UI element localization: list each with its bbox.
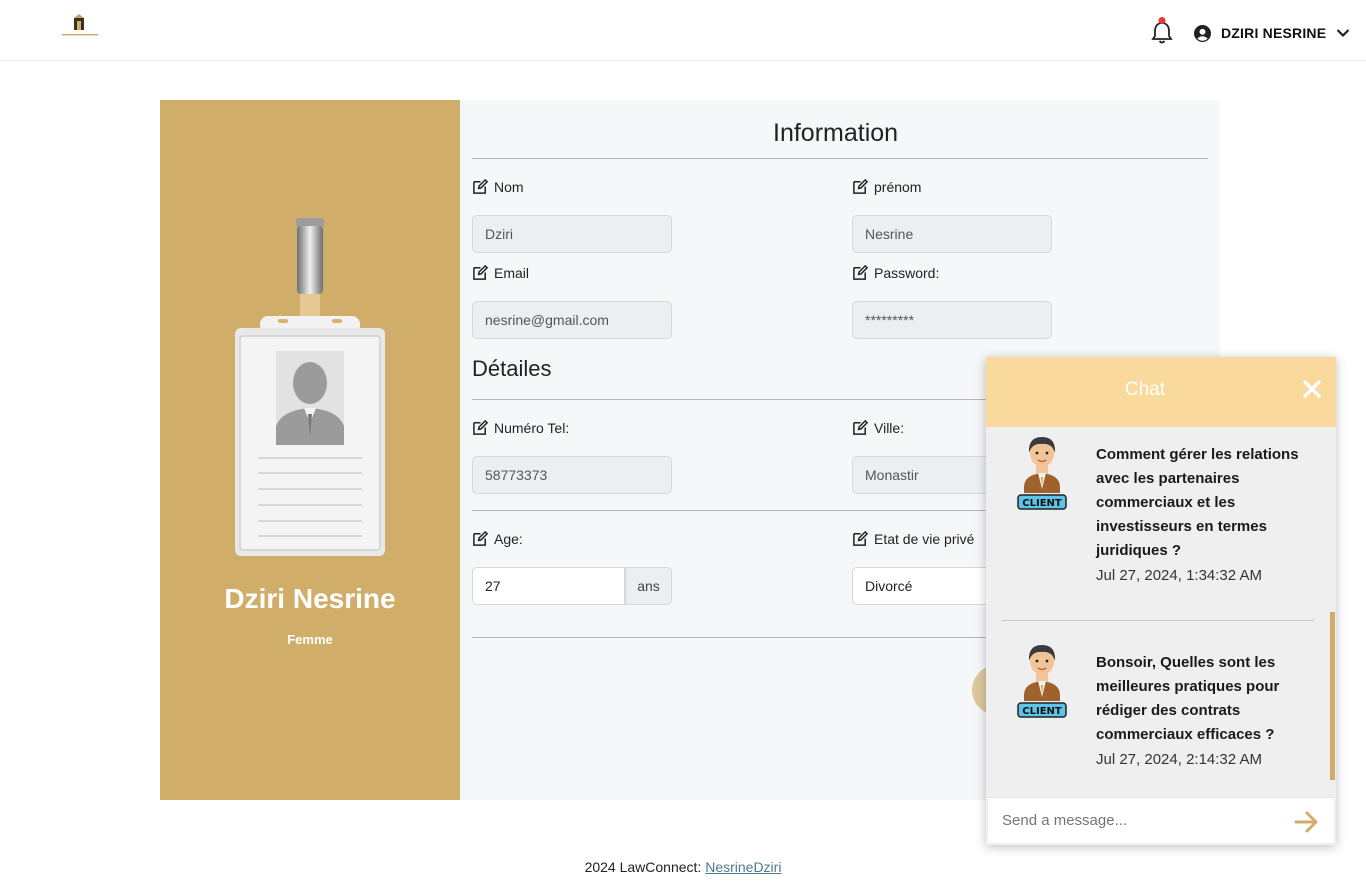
edit-icon xyxy=(853,178,869,194)
divider xyxy=(472,158,1208,159)
edit-icon xyxy=(853,530,869,546)
email-label: Email xyxy=(472,264,529,281)
edit-icon xyxy=(473,530,489,546)
etat-label-text: Etat de vie privé xyxy=(874,530,975,547)
profile-sidebar: Dziri Nesrine Femme xyxy=(160,100,460,800)
client-avatar-icon: CLIENT xyxy=(1017,437,1067,510)
information-title: Information xyxy=(773,119,899,147)
id-badge-image xyxy=(235,218,385,556)
logo-icon[interactable] xyxy=(60,14,100,40)
ville-label-text: Ville: xyxy=(874,419,905,436)
nom-field[interactable]: Dziri xyxy=(472,215,672,253)
password-label: Password: xyxy=(852,264,939,281)
user-name: DZIRI NESRINE xyxy=(1221,25,1327,41)
chat-input-bar xyxy=(988,797,1334,843)
nom-label: Nom xyxy=(472,178,524,195)
prenom-label: prénom xyxy=(852,178,921,195)
message-text: Bonsoir, Quelles sont les meilleures pra… xyxy=(1096,654,1280,743)
message-time: Jul 27, 2024, 1:34:32 AM xyxy=(1096,567,1262,584)
age-label-text: Age: xyxy=(494,530,523,547)
edit-icon xyxy=(473,419,489,435)
close-icon[interactable] xyxy=(1300,377,1324,401)
email-field[interactable]: nesrine@gmail.com xyxy=(472,301,672,339)
nom-label-text: Nom xyxy=(494,178,524,195)
edit-icon xyxy=(473,264,489,280)
age-suffix: ans xyxy=(625,567,672,605)
message-separator xyxy=(1002,620,1314,621)
svg-text:CLIENT: CLIENT xyxy=(1022,498,1062,509)
chat-title: Chat xyxy=(1124,379,1166,400)
chevron-down-icon xyxy=(1337,29,1350,38)
edit-icon xyxy=(853,419,869,435)
age-field[interactable]: 27 xyxy=(472,567,625,605)
email-label-text: Email xyxy=(494,264,530,281)
age-label: Age: xyxy=(472,530,523,547)
chat-widget: Chat CLIENT Comment gérer les relations … xyxy=(986,357,1336,845)
footer-text: 2024 LawConnect: xyxy=(584,859,706,875)
edit-icon xyxy=(473,178,489,194)
tel-field[interactable]: 58773373 xyxy=(472,456,672,494)
chat-header: Chat xyxy=(986,357,1336,427)
svg-text:CLIENT: CLIENT xyxy=(1022,706,1062,717)
tel-label: Numéro Tel: xyxy=(472,419,569,436)
client-avatar-icon: CLIENT xyxy=(1017,645,1067,718)
message-time: Jul 27, 2024, 2:14:32 AM xyxy=(1096,751,1262,768)
top-navbar: DZIRI NESRINE xyxy=(0,0,1366,61)
prenom-field[interactable]: Nesrine xyxy=(852,215,1052,253)
message-text: Comment gérer les relations avec les par… xyxy=(1096,446,1299,559)
chat-message-input[interactable] xyxy=(1002,812,1282,829)
user-menu[interactable]: DZIRI NESRINE xyxy=(1194,20,1350,46)
etat-label: Etat de vie privé xyxy=(852,530,974,547)
password-label-text: Password: xyxy=(874,264,940,281)
footer: 2024 LawConnect: NesrineDziri xyxy=(0,859,1366,875)
edit-icon xyxy=(853,264,869,280)
password-field[interactable]: ********* xyxy=(852,301,1052,339)
profile-name: Dziri Nesrine xyxy=(224,583,396,614)
ville-label: Ville: xyxy=(852,419,904,436)
chat-messages[interactable]: CLIENT Comment gérer les relations avec … xyxy=(986,427,1336,797)
notification-bell[interactable] xyxy=(1150,17,1174,45)
details-title: Détailes xyxy=(472,356,552,381)
notification-dot xyxy=(1158,17,1166,24)
send-arrow-icon[interactable] xyxy=(1294,810,1320,834)
prenom-label-text: prénom xyxy=(874,178,922,195)
profile-gender: Femme xyxy=(287,632,333,647)
footer-link[interactable]: NesrineDziri xyxy=(705,859,781,875)
bell-icon xyxy=(1151,17,1173,44)
user-circle-icon xyxy=(1194,24,1211,42)
tel-label-text: Numéro Tel: xyxy=(494,419,570,436)
chat-scrollbar[interactable] xyxy=(1330,612,1335,780)
